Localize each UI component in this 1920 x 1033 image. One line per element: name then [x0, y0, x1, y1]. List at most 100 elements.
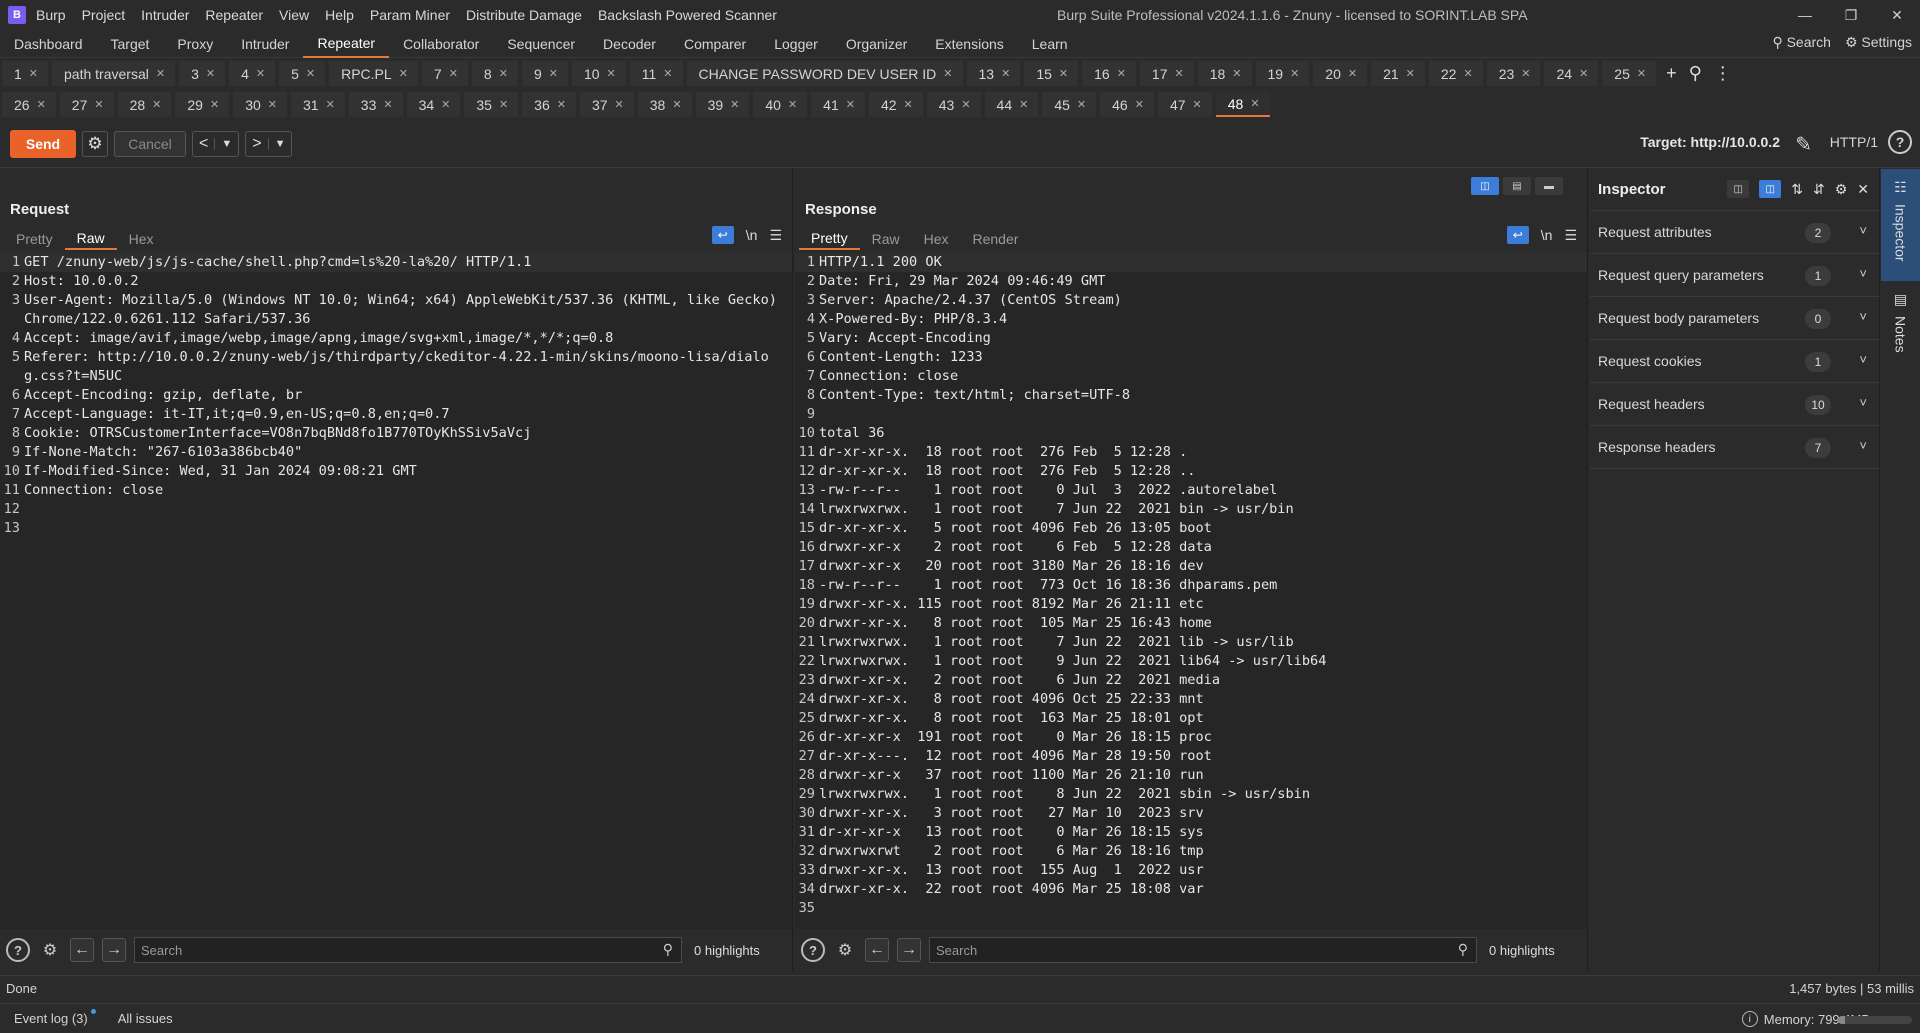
close-tab-icon[interactable]: ✕ — [1019, 98, 1028, 111]
next-match-icon[interactable]: → — [897, 938, 921, 962]
restore-icon[interactable]: ❐ — [1828, 0, 1874, 30]
repeater-tab[interactable]: 7 ✕ — [421, 61, 468, 86]
menu-item[interactable]: Project — [82, 7, 126, 23]
close-tab-icon[interactable]: ✕ — [1135, 98, 1144, 111]
previous-match-icon[interactable]: ← — [865, 938, 889, 962]
repeater-tab[interactable]: 37 ✕ — [579, 92, 634, 117]
request-search-input[interactable]: Search ⚲ — [134, 937, 682, 963]
close-tab-icon[interactable]: ✕ — [37, 98, 46, 111]
history-forward-button[interactable]: > ▼ — [245, 130, 293, 157]
inspector-section[interactable]: Request cookies 1 ˅ — [1590, 340, 1879, 383]
word-wrap-icon[interactable]: ↩ — [711, 226, 734, 244]
close-window-icon[interactable]: ✕ — [1874, 0, 1920, 30]
close-tab-icon[interactable]: ✕ — [152, 98, 161, 111]
nav-tab-extensions[interactable]: Extensions — [921, 30, 1017, 58]
menu-item[interactable]: Help — [325, 7, 354, 23]
close-tab-icon[interactable]: ✕ — [441, 98, 450, 111]
nav-tab-proxy[interactable]: Proxy — [163, 30, 227, 58]
gear-icon[interactable]: ⚙ — [1835, 181, 1848, 198]
close-tab-icon[interactable]: ✕ — [1001, 67, 1010, 80]
previous-match-icon[interactable]: ← — [70, 938, 94, 962]
menu-item[interactable]: Intruder — [141, 7, 189, 23]
inspector-side-tab[interactable]: ☷ Inspector — [1881, 169, 1920, 281]
inspector-section[interactable]: Request attributes 2 ˅ — [1590, 211, 1879, 254]
repeater-tab[interactable]: 47 ✕ — [1157, 92, 1212, 117]
menu-item[interactable]: Backslash Powered Scanner — [598, 7, 777, 23]
repeater-tab[interactable]: 28 ✕ — [117, 92, 172, 117]
menu-icon[interactable]: ☰ — [1564, 227, 1577, 244]
nav-tab-learn[interactable]: Learn — [1018, 30, 1082, 58]
nav-tab-comparer[interactable]: Comparer — [670, 30, 760, 58]
repeater-tab[interactable]: 4 ✕ — [229, 61, 276, 86]
repeater-tab[interactable]: 25 ✕ — [1602, 61, 1657, 86]
close-tab-icon[interactable]: ✕ — [1059, 67, 1068, 80]
dropdown-arrow-icon[interactable]: ▼ — [267, 137, 292, 150]
response-search-input[interactable]: Search ⚲ — [929, 937, 1477, 963]
gear-icon[interactable]: ⚙ — [38, 938, 62, 962]
response-view-tab-render[interactable]: Render — [961, 228, 1031, 250]
repeater-tab[interactable]: 11 ✕ — [629, 61, 683, 86]
close-tab-icon[interactable]: ✕ — [1117, 67, 1126, 80]
nav-tab-decoder[interactable]: Decoder — [589, 30, 670, 58]
repeater-tab[interactable]: 31 ✕ — [290, 92, 345, 117]
search-tabs-icon[interactable]: ⚲ — [1689, 63, 1702, 84]
help-icon[interactable]: ? — [801, 938, 825, 962]
close-tab-icon[interactable]: ✕ — [846, 98, 855, 111]
chevron-down-icon[interactable]: ˅ — [1859, 309, 1867, 324]
repeater-tab[interactable]: CHANGE PASSWORD DEV USER ID ✕ — [686, 61, 963, 86]
nav-tab-dashboard[interactable]: Dashboard — [0, 30, 97, 58]
layout-side-by-side-icon[interactable]: ◫ — [1471, 177, 1499, 195]
repeater-tab[interactable]: 45 ✕ — [1042, 92, 1097, 117]
nav-tab-intruder[interactable]: Intruder — [227, 30, 303, 58]
close-tab-icon[interactable]: ✕ — [1348, 67, 1357, 80]
response-view-tab-hex[interactable]: Hex — [912, 228, 961, 250]
nav-tab-logger[interactable]: Logger — [760, 30, 832, 58]
repeater-tab[interactable]: 1 ✕ — [2, 61, 49, 86]
inspector-layout-left-icon[interactable]: ◫ — [1727, 180, 1750, 198]
repeater-tab[interactable]: path traversal ✕ — [52, 61, 176, 86]
repeater-tab[interactable]: 48 ✕ — [1215, 92, 1270, 117]
collapse-all-icon[interactable]: ⇵ — [1813, 181, 1825, 198]
close-tab-icon[interactable]: ✕ — [663, 67, 672, 80]
close-tab-icon[interactable]: ✕ — [607, 67, 616, 80]
layout-tabs-icon[interactable]: ▬ — [1535, 177, 1563, 195]
settings-button[interactable]: ⚙ Settings — [1845, 34, 1912, 51]
inspector-section[interactable]: Response headers 7 ˅ — [1590, 426, 1879, 469]
history-back-button[interactable]: < ▼ — [192, 130, 240, 157]
repeater-tab[interactable]: 23 ✕ — [1486, 61, 1541, 86]
repeater-tab[interactable]: 18 ✕ — [1197, 61, 1252, 86]
request-view-tab-pretty[interactable]: Pretty — [4, 228, 65, 250]
nav-tab-collaborator[interactable]: Collaborator — [389, 30, 493, 58]
close-tab-icon[interactable]: ✕ — [326, 98, 335, 111]
repeater-tab[interactable]: 5 ✕ — [279, 61, 326, 86]
repeater-tab[interactable]: 21 ✕ — [1371, 61, 1425, 86]
edit-target-icon[interactable]: ✎ — [1795, 132, 1812, 157]
response-editor[interactable]: 1 HTTP/1.1 200 OK 2 Date: Fri, 29 Mar 2024 … — [795, 253, 1587, 929]
request-editor[interactable]: 1 GET /znuny-web/js/js-cache/shell.php?cm… — [0, 253, 792, 929]
chevron-down-icon[interactable]: ˅ — [1859, 395, 1867, 410]
close-tab-icon[interactable]: ✕ — [1232, 67, 1241, 80]
inspector-layout-right-icon[interactable]: ◫ — [1759, 180, 1782, 198]
close-tab-icon[interactable]: ✕ — [1637, 67, 1646, 80]
close-tab-icon[interactable]: ✕ — [615, 98, 624, 111]
close-tab-icon[interactable]: ✕ — [672, 98, 681, 111]
repeater-tab[interactable]: 36 ✕ — [522, 92, 576, 117]
inspector-section[interactable]: Request query parameters 1 ˅ — [1590, 254, 1879, 297]
close-tab-icon[interactable]: ✕ — [1193, 98, 1202, 111]
close-tab-icon[interactable]: ✕ — [1250, 97, 1259, 110]
repeater-tab[interactable]: 22 ✕ — [1428, 61, 1483, 86]
minimize-icon[interactable]: — — [1782, 0, 1828, 30]
close-tab-icon[interactable]: ✕ — [904, 98, 913, 111]
repeater-tab[interactable]: 44 ✕ — [984, 92, 1039, 117]
expand-all-icon[interactable]: ⇅ — [1791, 181, 1803, 198]
inspector-section[interactable]: Request body parameters 0 ˅ — [1590, 297, 1879, 340]
repeater-tab[interactable]: 16 ✕ — [1082, 61, 1136, 86]
repeater-tab[interactable]: 13 ✕ — [966, 61, 1021, 86]
cancel-button[interactable]: Cancel — [114, 130, 186, 157]
request-view-tab-raw[interactable]: Raw — [64, 228, 117, 250]
menu-item[interactable]: Distribute Damage — [466, 7, 582, 23]
close-tab-icon[interactable]: ✕ — [1174, 67, 1183, 80]
close-tab-icon[interactable]: ✕ — [29, 67, 38, 80]
repeater-tab[interactable]: 3 ✕ — [179, 61, 226, 86]
repeater-tab[interactable]: 26 ✕ — [2, 92, 56, 117]
